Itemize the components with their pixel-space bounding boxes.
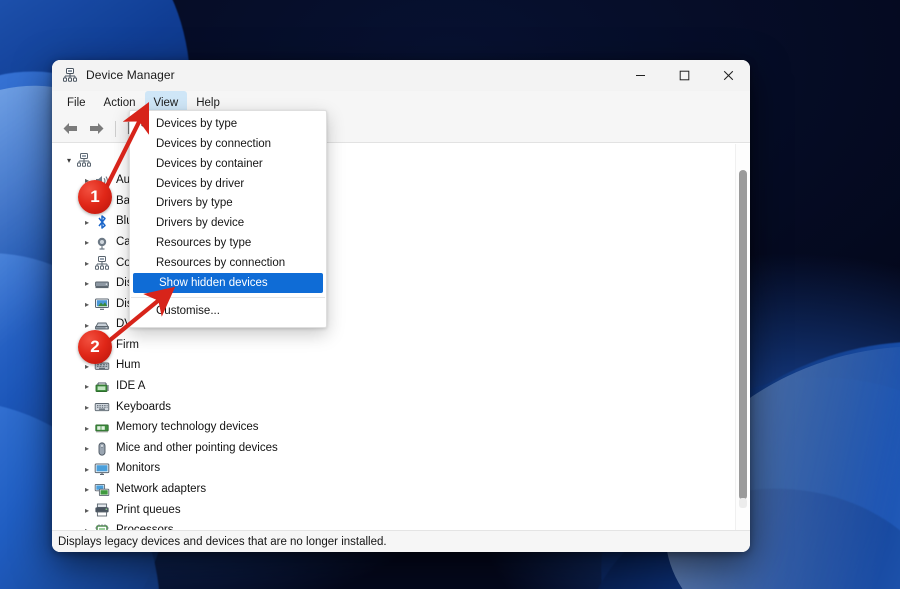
menu-option-label: Resources by type bbox=[156, 238, 251, 250]
desktop: Device Manager bbox=[0, 0, 900, 589]
device-manager-icon bbox=[62, 67, 78, 83]
scrollbar-track-end bbox=[739, 498, 747, 508]
chevron-right-icon[interactable]: ▸ bbox=[80, 444, 94, 453]
maximize-button[interactable] bbox=[662, 60, 706, 91]
menu-option-label: Show hidden devices bbox=[159, 278, 268, 290]
back-arrow-icon bbox=[62, 121, 79, 136]
tree-item[interactable]: ▸ Network adapters bbox=[60, 480, 735, 501]
close-button[interactable] bbox=[706, 60, 750, 91]
menu-option-8[interactable]: Show hidden devices bbox=[133, 273, 323, 293]
chevron-right-icon[interactable]: ▸ bbox=[80, 526, 94, 530]
network-adapter-icon bbox=[94, 482, 110, 498]
chevron-right-icon[interactable]: ▸ bbox=[80, 424, 94, 433]
chevron-right-icon[interactable]: ▸ bbox=[80, 218, 94, 227]
chevron-down-icon[interactable]: ▾ bbox=[62, 156, 76, 165]
menu-option-label: Devices by driver bbox=[156, 179, 244, 191]
mouse-icon bbox=[94, 441, 110, 457]
toolbar-separator bbox=[115, 121, 116, 137]
menu-option-9[interactable]: Customise... bbox=[130, 302, 326, 322]
ide-controller-icon bbox=[94, 379, 110, 395]
tree-item[interactable]: ▸Firm bbox=[60, 335, 735, 356]
menu-option-label: Devices by container bbox=[156, 159, 263, 171]
back-button[interactable] bbox=[58, 118, 82, 140]
menu-option-6[interactable]: Resources by type bbox=[130, 234, 326, 254]
minimize-icon bbox=[635, 70, 646, 81]
chevron-right-icon[interactable]: ▸ bbox=[80, 279, 94, 288]
keyboard-icon bbox=[94, 399, 110, 415]
tree-item-label: Keyboards bbox=[116, 402, 171, 414]
chevron-right-icon[interactable]: ▸ bbox=[80, 403, 94, 412]
menu-option-label: Devices by type bbox=[156, 119, 237, 131]
menu-option-label: Devices by connection bbox=[156, 139, 271, 151]
tree-item[interactable]: ▸ Memory technology devices bbox=[60, 418, 735, 439]
menu-option-3[interactable]: Devices by driver bbox=[130, 174, 326, 194]
tree-item-label: Hum bbox=[116, 360, 140, 372]
computer-icon bbox=[76, 152, 92, 168]
window-controls bbox=[618, 60, 750, 91]
tree-item-label: Print queues bbox=[116, 505, 181, 517]
menu-option-label: Customise... bbox=[156, 306, 220, 318]
disk-drive-icon bbox=[94, 276, 110, 292]
forward-button[interactable] bbox=[84, 118, 108, 140]
tree-item[interactable]: ▸ Mice and other pointing devices bbox=[60, 438, 735, 459]
title-bar: Device Manager bbox=[52, 60, 750, 91]
menu-option-7[interactable]: Resources by connection bbox=[130, 254, 326, 274]
computer-icon bbox=[94, 255, 110, 271]
tree-item[interactable]: ▸ Monitors bbox=[60, 459, 735, 480]
status-text: Displays legacy devices and devices that… bbox=[58, 536, 387, 548]
window-title: Device Manager bbox=[86, 68, 618, 82]
tree-item[interactable]: ▸ Print queues bbox=[60, 500, 735, 521]
menu-option-label: Drivers by type bbox=[156, 198, 233, 210]
tree-item-label: IDE A bbox=[116, 381, 145, 393]
printer-icon bbox=[94, 502, 110, 518]
chevron-right-icon[interactable]: ▸ bbox=[80, 506, 94, 515]
memory-icon bbox=[94, 420, 110, 436]
menu-option-0[interactable]: •Devices by type bbox=[130, 115, 326, 135]
menu-option-label: Resources by connection bbox=[156, 258, 285, 270]
monitor-icon bbox=[94, 461, 110, 477]
minimize-button[interactable] bbox=[618, 60, 662, 91]
processor-icon bbox=[94, 523, 110, 530]
step-badge-1: 1 bbox=[78, 180, 112, 214]
menu-option-2[interactable]: Devices by container bbox=[130, 155, 326, 175]
chevron-right-icon[interactable]: ▸ bbox=[80, 238, 94, 247]
camera-icon bbox=[94, 235, 110, 251]
maximize-icon bbox=[679, 70, 690, 81]
menu-option-5[interactable]: Drivers by device bbox=[130, 214, 326, 234]
menu-file[interactable]: File bbox=[58, 91, 95, 115]
chevron-right-icon[interactable]: ▸ bbox=[80, 259, 94, 268]
view-dropdown-menu[interactable]: •Devices by type Devices by connection Dev… bbox=[129, 110, 327, 328]
chevron-right-icon[interactable]: ▸ bbox=[80, 300, 94, 309]
tree-item[interactable]: ▸Hum bbox=[60, 356, 735, 377]
tree-item-label: Memory technology devices bbox=[116, 422, 259, 434]
forward-arrow-icon bbox=[88, 121, 105, 136]
close-icon bbox=[723, 70, 734, 81]
status-bar: Displays legacy devices and devices that… bbox=[52, 530, 750, 552]
menu-separator bbox=[131, 297, 325, 298]
bluetooth-icon bbox=[94, 214, 110, 230]
menu-option-label: Drivers by device bbox=[156, 218, 244, 230]
tree-item-label: Mice and other pointing devices bbox=[116, 443, 278, 455]
tree-item[interactable]: ▸ Keyboards bbox=[60, 397, 735, 418]
tree-item-label: Firm bbox=[116, 340, 139, 352]
vertical-scrollbar[interactable] bbox=[735, 144, 750, 530]
chevron-right-icon[interactable]: ▸ bbox=[80, 465, 94, 474]
menu-option-1[interactable]: Devices by connection bbox=[130, 135, 326, 155]
tree-item-label: Processors bbox=[116, 525, 174, 530]
chevron-right-icon[interactable]: ▸ bbox=[80, 382, 94, 391]
tree-item-label: Monitors bbox=[116, 463, 160, 475]
chevron-right-icon[interactable]: ▸ bbox=[80, 485, 94, 494]
tree-item-label: Network adapters bbox=[116, 484, 206, 496]
chevron-right-icon[interactable]: ▸ bbox=[80, 321, 94, 330]
tree-item[interactable]: ▸ Processors bbox=[60, 521, 735, 530]
scrollbar-thumb[interactable] bbox=[739, 170, 747, 500]
menu-option-4[interactable]: Drivers by type bbox=[130, 194, 326, 214]
display-adapter-icon bbox=[94, 296, 110, 312]
tree-item[interactable]: ▸ IDE A bbox=[60, 377, 735, 398]
step-badge-2: 2 bbox=[78, 330, 112, 364]
